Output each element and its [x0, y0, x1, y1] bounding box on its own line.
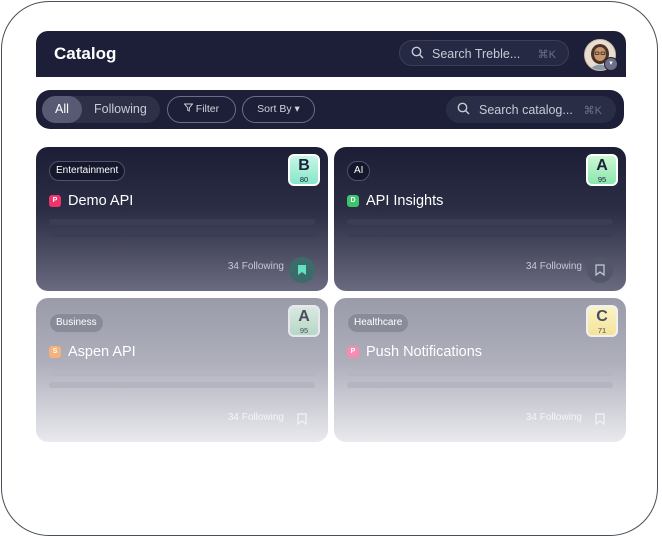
following-count: 34 Following: [227, 261, 284, 272]
api-name[interactable]: API Insights: [366, 193, 443, 209]
page-title: Catalog: [54, 44, 117, 63]
grade-score: 95: [597, 175, 607, 184]
api-card[interactable]: Entertainment B 80 P Demo API 34 Followi…: [36, 147, 328, 291]
following-count: 34 Following: [525, 412, 582, 423]
grade-badge: B 80: [288, 154, 320, 186]
bookmark-button[interactable]: [289, 257, 315, 283]
catalog-search-placeholder: Search catalog...: [479, 103, 573, 117]
view-segmented-control: All Following: [42, 96, 160, 123]
category-badge: Healthcare: [347, 313, 410, 333]
global-search-placeholder: Search Treble...: [432, 47, 521, 61]
api-logo-icon: S: [49, 346, 61, 358]
api-logo-icon: D: [347, 195, 359, 207]
grade-score: 71: [597, 326, 607, 335]
grade-letter: A: [596, 157, 608, 174]
bookmark-button[interactable]: [587, 406, 613, 432]
filter-button[interactable]: Filter: [167, 96, 236, 123]
api-card[interactable]: Business A 95 S Aspen API 34 Following: [36, 298, 328, 442]
api-name[interactable]: Aspen API: [68, 344, 136, 360]
global-search-input[interactable]: Search Treble... ⌘K: [399, 40, 569, 66]
description-placeholder: [347, 370, 613, 376]
grade-letter: B: [298, 157, 310, 174]
grade-badge: A 95: [586, 154, 618, 186]
description-placeholder: [49, 370, 315, 376]
grade-letter: C: [596, 308, 608, 325]
search-icon: [457, 102, 470, 120]
filter-icon: [183, 103, 196, 115]
description-placeholder: [347, 382, 613, 388]
sort-button[interactable]: Sort By ▾: [242, 96, 315, 123]
grade-badge: A 95: [288, 305, 320, 337]
top-bar: Catalog Search Treble... ⌘K ▾: [36, 31, 626, 77]
catalog-search-shortcut: ⌘K: [583, 105, 602, 117]
api-logo-icon: P: [49, 195, 61, 207]
category-badge: Business: [49, 313, 104, 333]
tab-following[interactable]: Following: [94, 96, 147, 123]
following-count: 34 Following: [227, 412, 284, 423]
global-search-shortcut: ⌘K: [537, 49, 556, 61]
chevron-down-icon[interactable]: ▾: [604, 57, 618, 71]
grade-score: 80: [299, 175, 309, 184]
description-placeholder: [49, 219, 315, 225]
api-logo-icon: P: [347, 346, 359, 358]
description-placeholder: [49, 231, 315, 237]
caret-down-icon: ▾: [294, 103, 300, 115]
description-placeholder: [347, 219, 613, 225]
filter-label: Filter: [195, 103, 220, 115]
category-badge: Entertainment: [49, 161, 126, 181]
catalog-search-input[interactable]: Search catalog... ⌘K: [446, 96, 616, 123]
bookmark-button[interactable]: [289, 406, 315, 432]
filter-toolbar: All Following Filter Sort By ▾ Search ca…: [36, 90, 624, 129]
api-card[interactable]: AI A 95 D API Insights 34 Following: [334, 147, 626, 291]
description-placeholder: [347, 231, 613, 237]
grade-score: 95: [299, 326, 309, 335]
api-name[interactable]: Push Notifications: [366, 344, 482, 360]
grade-badge: C 71: [586, 305, 618, 337]
bookmark-button[interactable]: [587, 257, 613, 283]
category-badge: AI: [347, 161, 371, 181]
api-card[interactable]: Healthcare C 71 P Push Notifications 34 …: [334, 298, 626, 442]
tab-all[interactable]: All: [42, 96, 82, 123]
following-count: 34 Following: [525, 261, 582, 272]
description-placeholder: [49, 382, 315, 388]
grade-letter: A: [298, 308, 310, 325]
api-name[interactable]: Demo API: [68, 193, 133, 209]
sort-label: Sort By: [257, 103, 292, 115]
search-icon: [411, 46, 424, 64]
